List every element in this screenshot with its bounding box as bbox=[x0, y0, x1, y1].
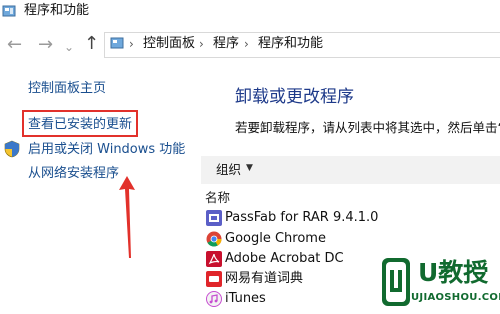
list-item[interactable]: 网易有道词典 bbox=[225, 271, 303, 287]
breadcrumb-separator: › bbox=[129, 37, 134, 51]
control-panel-icon bbox=[2, 5, 16, 17]
up-arrow-icon[interactable]: ↑ bbox=[84, 35, 99, 53]
chrome-icon bbox=[206, 231, 222, 247]
breadcrumb-programs-features[interactable]: 程序和功能 bbox=[258, 36, 323, 52]
itunes-icon bbox=[206, 291, 222, 307]
watermark-logo-icon bbox=[382, 258, 410, 306]
breadcrumb-programs[interactable]: 程序 bbox=[213, 36, 239, 52]
watermark-text: U教授 bbox=[418, 258, 489, 287]
youdao-icon bbox=[206, 271, 222, 287]
page-description: 若要卸载程序，请从列表中将其选中，然后单击“ bbox=[235, 120, 500, 135]
breadcrumb-separator: › bbox=[199, 37, 204, 51]
window-title: 程序和功能 bbox=[24, 3, 90, 18]
chevron-down-icon[interactable]: ▼ bbox=[246, 163, 253, 173]
acrobat-icon bbox=[206, 251, 222, 267]
breadcrumb-separator: › bbox=[244, 37, 249, 51]
annotation-arrow bbox=[119, 176, 135, 258]
page-heading: 卸载或更改程序 bbox=[235, 87, 354, 107]
list-item[interactable]: Adobe Acrobat DC bbox=[225, 251, 344, 267]
back-arrow-icon[interactable]: ← bbox=[7, 36, 22, 54]
sidebar-view-installed-updates[interactable]: 查看已安装的更新 bbox=[28, 116, 132, 133]
sidebar-control-panel-home[interactable]: 控制面板主页 bbox=[28, 80, 106, 97]
breadcrumb-control-panel[interactable]: 控制面板 bbox=[143, 36, 195, 52]
sidebar-install-from-network[interactable]: 从网络安装程序 bbox=[28, 165, 119, 182]
sidebar-windows-features[interactable]: 启用或关闭 Windows 功能 bbox=[28, 141, 185, 158]
passfab-icon bbox=[206, 210, 222, 226]
shield-icon bbox=[4, 140, 20, 158]
control-panel-icon bbox=[110, 37, 124, 49]
chevron-down-icon[interactable]: ⌄ bbox=[64, 38, 74, 56]
forward-arrow-icon[interactable]: → bbox=[38, 36, 53, 54]
list-item[interactable]: PassFab for RAR 9.4.1.0 bbox=[225, 210, 378, 226]
watermark-url: UJIAOSHOU.COM bbox=[411, 292, 500, 303]
column-header-name[interactable]: 名称 bbox=[205, 190, 230, 206]
organize-button[interactable]: 组织 bbox=[216, 162, 241, 178]
list-item[interactable]: Google Chrome bbox=[225, 231, 326, 247]
list-item[interactable]: iTunes bbox=[225, 291, 266, 307]
